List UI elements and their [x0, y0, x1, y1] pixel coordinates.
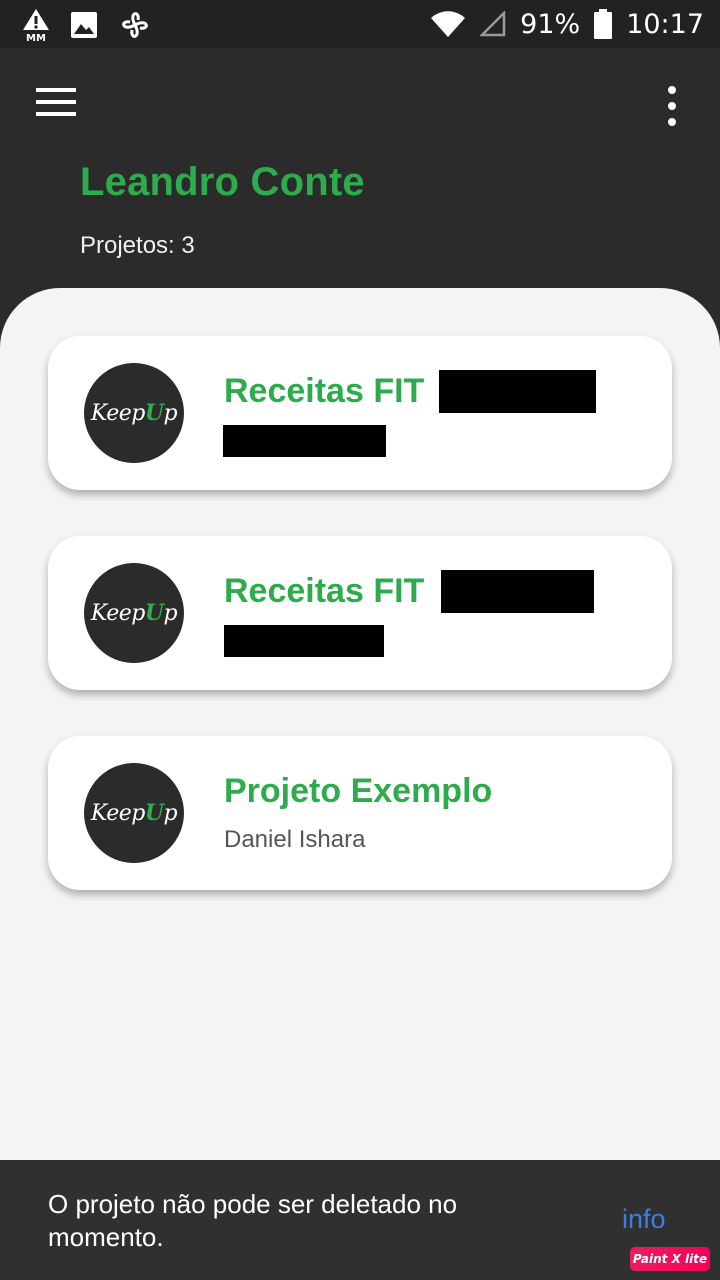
- more-options-icon[interactable]: [660, 86, 684, 126]
- fan-icon: [118, 8, 152, 42]
- redaction-box: [439, 370, 596, 413]
- alert-mm-icon: MM: [22, 8, 50, 42]
- signal-icon: [480, 11, 506, 37]
- logo-text-u: U: [144, 600, 164, 626]
- logo-text-u: U: [144, 800, 164, 826]
- project-owner: Daniel Ishara: [224, 826, 366, 853]
- image-icon: [70, 11, 98, 39]
- clock: 10:17: [626, 8, 704, 40]
- redaction-box: [224, 625, 384, 657]
- snackbar-message: O projeto não pode ser deletado no momen…: [48, 1189, 458, 1252]
- projects-count-label: Projetos:: [80, 232, 182, 259]
- keepup-logo: KeepUp: [84, 563, 184, 663]
- status-bar-left-icons: MM: [22, 8, 152, 42]
- redaction-box: [441, 570, 594, 613]
- battery-percent: 91%: [520, 8, 581, 40]
- project-title: Projeto Exemplo: [224, 772, 493, 810]
- keepup-logo: KeepUp: [84, 363, 184, 463]
- paint-x-lite-watermark: Paint X lite: [630, 1247, 710, 1271]
- wifi-icon: [430, 10, 466, 38]
- redaction-box: [223, 425, 386, 457]
- user-name: Leandro Conte: [80, 160, 365, 204]
- project-title: Receitas FIT: [224, 372, 425, 410]
- keepup-logo: KeepUp: [84, 763, 184, 863]
- logo-text-p: p: [163, 601, 178, 626]
- logo-text-p: p: [163, 801, 178, 826]
- status-bar: MM 91% 10:17: [0, 0, 720, 48]
- battery-icon: [594, 9, 613, 39]
- project-card[interactable]: KeepUp Projeto Exemplo Daniel Ishara: [48, 736, 672, 890]
- logo-text-keep: Keep: [90, 401, 145, 426]
- snackbar-info-button[interactable]: info: [622, 1204, 666, 1235]
- menu-icon[interactable]: [36, 88, 76, 120]
- snackbar: O projeto não pode ser deletado no momen…: [0, 1160, 720, 1280]
- mm-label: MM: [26, 33, 46, 42]
- projects-count-value: 3: [181, 232, 195, 259]
- status-bar-right: 91% 10:17: [430, 6, 704, 42]
- logo-text-keep: Keep: [90, 601, 145, 626]
- project-card[interactable]: KeepUp Receitas FIT: [48, 536, 672, 690]
- logo-text-p: p: [163, 401, 178, 426]
- logo-text-u: U: [144, 400, 164, 426]
- projects-count: Projetos: 3: [80, 232, 195, 260]
- project-title: Receitas FIT: [224, 572, 425, 610]
- project-card[interactable]: KeepUp Receitas FIT: [48, 336, 672, 490]
- logo-text-keep: Keep: [90, 801, 145, 826]
